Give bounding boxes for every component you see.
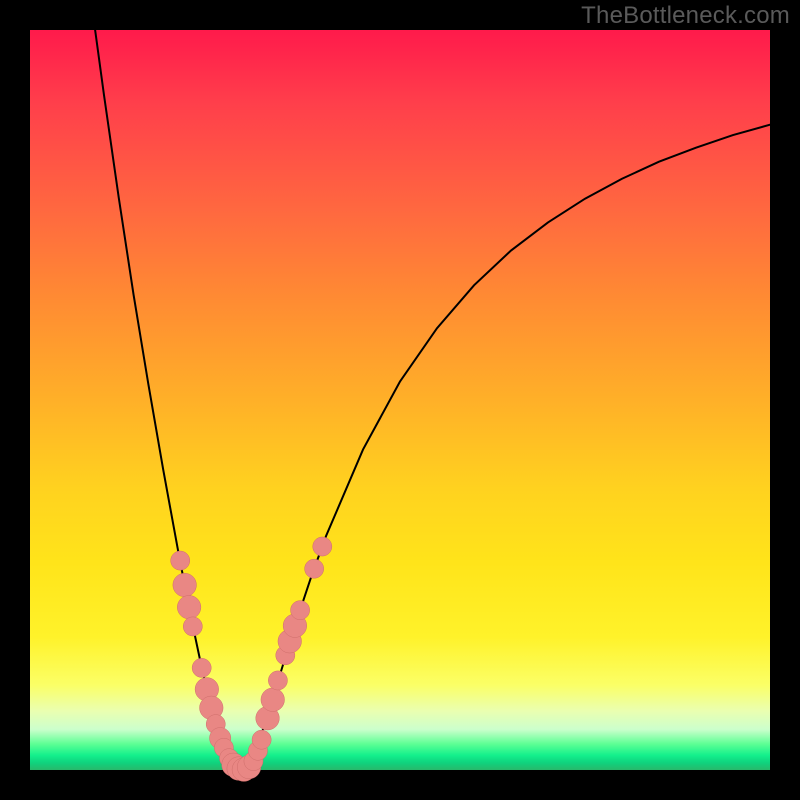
curve-marker bbox=[171, 551, 190, 570]
curve-marker bbox=[291, 601, 310, 620]
curve-marker bbox=[305, 559, 324, 578]
chart-frame: TheBottleneck.com bbox=[0, 0, 800, 800]
bottleneck-curve bbox=[95, 30, 770, 770]
curve-marker bbox=[313, 537, 332, 556]
curve-marker bbox=[183, 617, 202, 636]
curve-marker bbox=[177, 595, 201, 619]
curve-marker bbox=[192, 658, 211, 677]
curve-marker bbox=[252, 730, 271, 749]
curve-marker bbox=[173, 573, 197, 597]
curve-markers bbox=[171, 537, 332, 781]
plot-area bbox=[30, 30, 770, 770]
curve-marker bbox=[268, 671, 287, 690]
watermark-text: TheBottleneck.com bbox=[581, 2, 790, 30]
curve-svg bbox=[30, 30, 770, 770]
curve-marker bbox=[261, 688, 285, 712]
